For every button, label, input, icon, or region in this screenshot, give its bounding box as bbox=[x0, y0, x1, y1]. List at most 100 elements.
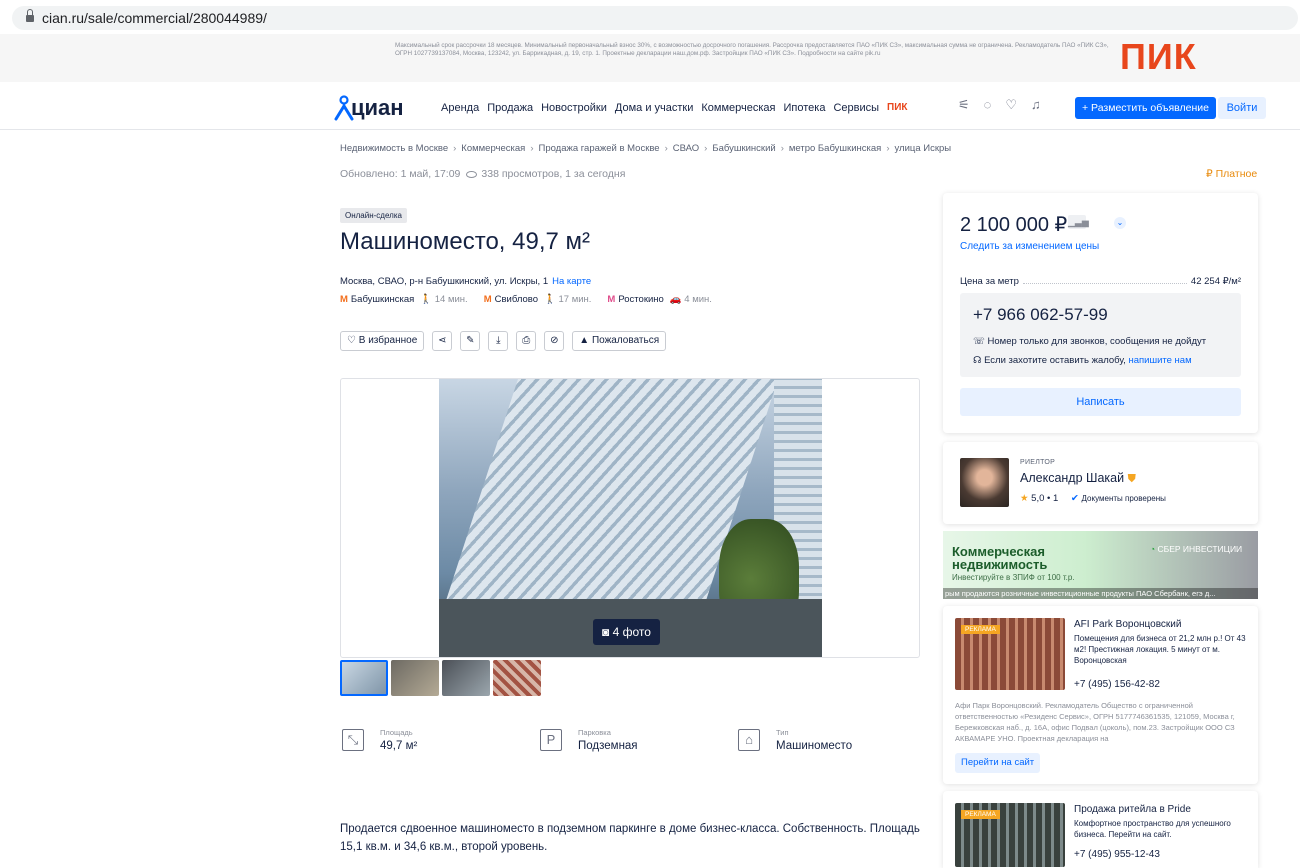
favorite-button[interactable]: ♡ В избранное bbox=[340, 331, 425, 351]
nav-mortgage[interactable]: Ипотека bbox=[784, 102, 826, 114]
ad-card[interactable]: РЕКЛАМА AFI Park Воронцовский Помещения … bbox=[943, 606, 1258, 784]
follow-price-link[interactable]: Следить за изменением цены bbox=[960, 241, 1099, 252]
nav-houses[interactable]: Дома и участки bbox=[615, 102, 693, 114]
breadcrumb-item[interactable]: улица Искры bbox=[894, 143, 951, 154]
share-icon: ⋖ bbox=[438, 335, 447, 346]
star-icon: ★ bbox=[1020, 493, 1029, 504]
ad-title[interactable]: AFI Park Воронцовский bbox=[1074, 619, 1181, 630]
phone-note: ☏ Номер только для звонков, сообщения не… bbox=[973, 336, 1206, 347]
camera-icon: ◙ bbox=[602, 625, 613, 639]
ad-image[interactable]: РЕКЛАМА bbox=[955, 618, 1065, 690]
sber-logo: ◔ СБЕР ИНВЕСТИЦИИ bbox=[1150, 544, 1242, 554]
breadcrumb-item[interactable]: метро Бабушкинская bbox=[789, 143, 881, 154]
metro-station[interactable]: М Бабушкинская 🚶 14 мин. bbox=[340, 294, 468, 305]
ad-text: Комфортное пространство для успешного би… bbox=[1074, 819, 1231, 839]
write-us-link[interactable]: напишите нам bbox=[1128, 355, 1191, 366]
metro-station[interactable]: М Свиблово 🚶 17 мин. bbox=[484, 294, 592, 305]
print-button[interactable]: ⎙ bbox=[516, 331, 537, 351]
photo-count-button[interactable]: ◙ 4 фото bbox=[593, 619, 660, 645]
thumbnail[interactable] bbox=[493, 660, 541, 696]
post-ad-button[interactable]: + Разместить объявление bbox=[1075, 97, 1216, 119]
nav-sale[interactable]: Продажа bbox=[487, 102, 533, 114]
spec-type: ⌂ Тип Машиноместо bbox=[738, 726, 936, 760]
nav-pik[interactable]: ПИК bbox=[887, 102, 907, 114]
bell-icon[interactable]: ♫ bbox=[1031, 97, 1041, 113]
map-link[interactable]: На карте bbox=[552, 276, 591, 287]
breadcrumb-item[interactable]: СВАО bbox=[673, 143, 699, 154]
sber-ad-banner[interactable]: Коммерческая недвижимость Инвестируйте в … bbox=[943, 531, 1258, 599]
ad-legal: Афи Парк Воронцовский. Рекламодатель Общ… bbox=[955, 701, 1235, 743]
sber-title-line2: недвижимость bbox=[952, 557, 1048, 572]
promo-banner[interactable]: Максимальный срок рассрочки 18 месяцев. … bbox=[0, 34, 1300, 82]
avatar[interactable] bbox=[960, 458, 1009, 507]
visit-site-button[interactable]: Перейти на сайт bbox=[955, 753, 1041, 773]
nav-commercial[interactable]: Коммерческая bbox=[701, 102, 775, 114]
nav-new-buildings[interactable]: Новостройки bbox=[541, 102, 607, 114]
ruble-icon: ₽ bbox=[1206, 168, 1216, 180]
spec-value: 49,7 м² bbox=[380, 740, 418, 752]
paid-badge: ₽ Платное bbox=[1206, 168, 1257, 180]
ad-phone[interactable]: +7 (495) 156-42-82 bbox=[1074, 679, 1160, 690]
specs-row: ⤡ Площадь 49,7 м² P Парковка Подземная ⌂… bbox=[342, 726, 936, 760]
sber-logo-text: СБЕР ИНВЕСТИЦИИ bbox=[1157, 544, 1243, 554]
chevron-right-icon: › bbox=[886, 143, 890, 154]
price-chart-icon[interactable]: ▁▃▅ bbox=[1068, 215, 1089, 229]
download-button[interactable]: ⤓ bbox=[488, 331, 509, 351]
warning-icon: ▲ bbox=[579, 335, 592, 346]
spec-area: ⤡ Площадь 49,7 м² bbox=[342, 726, 540, 760]
metro-icon: М bbox=[340, 294, 348, 305]
compare-icon[interactable]: ⚟ bbox=[958, 97, 970, 113]
edit-button[interactable]: ✎ bbox=[460, 331, 481, 351]
price-card: 2 100 000 ₽ ▁▃▅ ⌄ Следить за изменением … bbox=[943, 193, 1258, 433]
hide-button[interactable]: ⊘ bbox=[544, 331, 565, 351]
photo-gallery[interactable]: ◙ 4 фото bbox=[340, 378, 920, 658]
pik-logo[interactable]: ПИК bbox=[1120, 36, 1197, 78]
thumbnail[interactable] bbox=[340, 660, 388, 696]
metro-time: 14 мин. bbox=[434, 294, 468, 305]
spec-value: Подземная bbox=[578, 740, 638, 752]
ad-card[interactable]: РЕКЛАМА Продажа ритейла в Pride Комфортн… bbox=[943, 791, 1258, 868]
url-field[interactable]: cian.ru/sale/commercial/280044989/ bbox=[12, 6, 1298, 30]
chevron-right-icon: › bbox=[664, 143, 668, 154]
eye-icon bbox=[466, 170, 478, 178]
garage-icon: ⌂ bbox=[738, 729, 760, 751]
realtor-rating: ★ 5,0 • 1 ✔ Документы проверены bbox=[1020, 493, 1166, 504]
main-photo[interactable] bbox=[439, 379, 822, 657]
chevron-right-icon: › bbox=[704, 143, 708, 154]
chat-icon[interactable]: ◌ bbox=[984, 97, 992, 113]
metro-icon: М bbox=[607, 294, 616, 305]
share-button[interactable]: ⋖ bbox=[432, 331, 453, 351]
sber-subtitle: Инвестируйте в ЗПИФ от 100 т.р. bbox=[952, 573, 1075, 582]
nav-rent[interactable]: Аренда bbox=[441, 102, 479, 114]
ad-title[interactable]: Продажа ритейла в Pride bbox=[1074, 804, 1191, 815]
favorite-label: В избранное bbox=[358, 335, 418, 346]
login-button[interactable]: Войти bbox=[1218, 97, 1266, 119]
thumbnail[interactable] bbox=[391, 660, 439, 696]
nav-services[interactable]: Сервисы bbox=[833, 102, 879, 114]
phone-icon: ☏ bbox=[973, 336, 988, 347]
metro-list: М Бабушкинская 🚶 14 мин. М Свиблово 🚶 17 мин… bbox=[340, 294, 712, 305]
breadcrumb-item[interactable]: Бабушкинский bbox=[712, 143, 775, 154]
chevron-down-icon[interactable]: ⌄ bbox=[1114, 217, 1126, 229]
realtor-name[interactable]: Александр Шакай ⛊ bbox=[1020, 471, 1136, 486]
url-text[interactable]: cian.ru/sale/commercial/280044989/ bbox=[42, 10, 267, 26]
spec-label: Парковка bbox=[578, 728, 611, 737]
ad-badge: РЕКЛАМА bbox=[961, 810, 1000, 819]
spec-value: Машиноместо bbox=[776, 740, 853, 752]
description: Продается сдвоенное машиноместо в подзем… bbox=[340, 823, 920, 853]
phone-number[interactable]: +7 966 062-57-99 bbox=[973, 305, 1108, 325]
ad-text: Помещения для бизнеса от 21,2 млн р.! От… bbox=[1074, 634, 1246, 665]
heart-icon[interactable]: ♡ bbox=[1005, 97, 1017, 113]
walk-icon: 🚶 bbox=[420, 294, 435, 305]
metro-station[interactable]: М Ростокино 🚗 4 мин. bbox=[607, 294, 712, 305]
ad-image[interactable]: РЕКЛАМА bbox=[955, 803, 1065, 867]
ad-phone[interactable]: +7 (495) 955-12-43 bbox=[1074, 849, 1160, 860]
write-button[interactable]: Написать bbox=[960, 388, 1241, 416]
breadcrumb-item[interactable]: Продажа гаражей в Москве bbox=[538, 143, 659, 154]
realtor-card[interactable]: РИЕЛТОР Александр Шакай ⛊ ★ 5,0 • 1 ✔ До… bbox=[943, 442, 1258, 524]
complain-button[interactable]: ▲ Пожаловаться bbox=[572, 331, 667, 351]
breadcrumb-item[interactable]: Коммерческая bbox=[461, 143, 525, 154]
complaint-note: ☊ Если захотите оставить жалобу, напишит… bbox=[973, 355, 1192, 366]
breadcrumb-item[interactable]: Недвижимость в Москве bbox=[340, 143, 448, 154]
thumbnail[interactable] bbox=[442, 660, 490, 696]
